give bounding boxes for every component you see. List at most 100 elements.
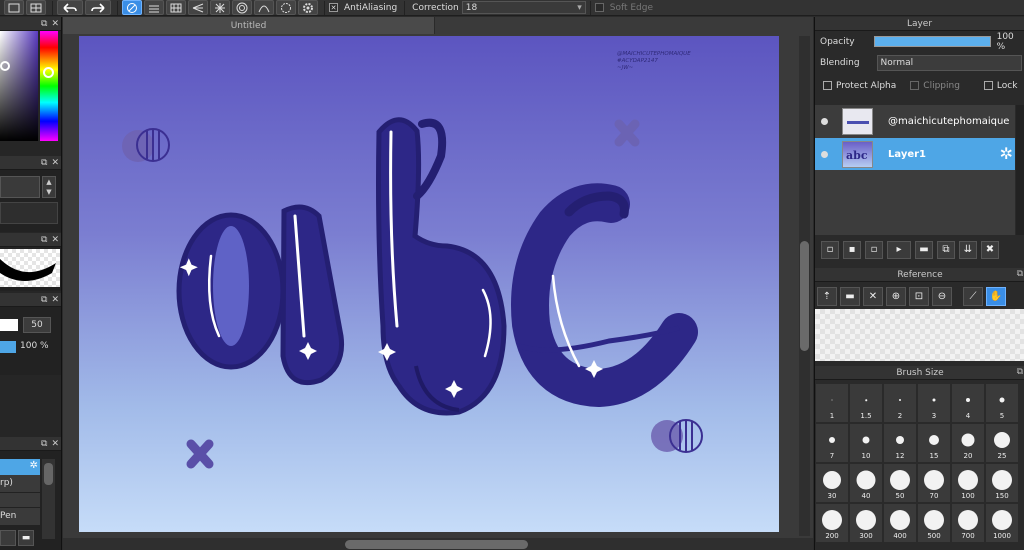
popout-icon[interactable]: ⧉ <box>1017 269 1023 279</box>
add-layer-menu-icon[interactable]: ▸ <box>887 240 911 259</box>
hue-strip[interactable] <box>40 31 58 141</box>
tool-list-item[interactable]: Pen <box>0 508 40 525</box>
undo-button[interactable] <box>57 0 83 15</box>
curve-snap-icon[interactable] <box>254 0 274 15</box>
close-icon[interactable]: ✕ <box>51 235 59 245</box>
layer-item[interactable]: @maichicutephomaique <box>815 105 1015 137</box>
zoom-out-icon[interactable]: ⊖ <box>932 286 952 306</box>
brush-size-cell[interactable]: 200 <box>815 503 849 543</box>
density-field[interactable]: 50 <box>23 317 51 333</box>
grid-view-icon[interactable] <box>26 0 46 15</box>
scrollbar-thumb[interactable] <box>345 540 528 549</box>
popout-icon[interactable]: ⧉ <box>1017 367 1023 377</box>
brush-size-cell[interactable]: 7 <box>815 423 849 463</box>
folder-icon[interactable]: ▬ <box>840 286 860 306</box>
brush-size-cell[interactable]: 1000 <box>985 503 1019 543</box>
gear-icon[interactable]: ✲ <box>1000 144 1013 163</box>
gear-icon[interactable]: ✲ <box>30 460 38 471</box>
tool-list-scrollbar[interactable] <box>42 459 55 539</box>
soft-edge-checkbox[interactable] <box>594 3 604 12</box>
folder-icon[interactable]: ▬ <box>915 240 933 259</box>
brush-size-cell[interactable]: 1 <box>815 383 849 423</box>
parallel-snap-icon[interactable] <box>144 0 164 15</box>
popout-icon[interactable]: ⧉ <box>41 439 47 449</box>
popout-icon[interactable]: ⧉ <box>41 295 47 305</box>
scrollbar-thumb[interactable] <box>800 241 809 351</box>
eyedropper-icon[interactable]: ⟋ <box>963 286 983 306</box>
brush-size-cell[interactable]: 12 <box>883 423 917 463</box>
new-halftone-layer-icon[interactable]: ▪ <box>843 240 861 259</box>
brush-size-cell[interactable]: 25 <box>985 423 1019 463</box>
opacity-slider[interactable] <box>873 36 991 47</box>
brush-size-cell[interactable]: 40 <box>849 463 883 503</box>
brush-size-cell[interactable]: 20 <box>951 423 985 463</box>
brush-size-cell[interactable]: 300 <box>849 503 883 543</box>
eye-icon[interactable] <box>821 150 828 158</box>
brush-size-cell[interactable]: 500 <box>917 503 951 543</box>
brush-value-field[interactable] <box>0 176 40 198</box>
tool-list-item[interactable]: rp) <box>0 475 40 492</box>
radial-snap-icon[interactable] <box>210 0 230 15</box>
popout-icon[interactable]: ⧉ <box>41 19 47 29</box>
tool-list-item[interactable] <box>0 493 40 507</box>
brush-size-cell[interactable]: 10 <box>849 423 883 463</box>
ellipse-snap-icon[interactable] <box>276 0 296 15</box>
eye-icon[interactable] <box>821 117 828 125</box>
canvas-horizontal-scrollbar[interactable] <box>63 538 813 550</box>
zoom-in-icon[interactable]: ⊕ <box>886 286 906 306</box>
merge-layer-icon[interactable]: ⇊ <box>959 240 977 259</box>
trash-icon[interactable]: ✖ <box>981 240 999 259</box>
clipping-checkbox[interactable] <box>910 81 920 90</box>
saturation-square[interactable] <box>0 31 38 141</box>
protect-alpha-checkbox[interactable] <box>823 81 832 90</box>
brush-size-cell[interactable]: 3 <box>917 383 951 423</box>
brush-size-cell[interactable]: 30 <box>815 463 849 503</box>
brush-value-stepper[interactable]: ▲ ▼ <box>42 176 56 198</box>
document-tab[interactable]: Untitled <box>63 17 435 34</box>
gear-icon[interactable] <box>298 0 318 15</box>
brush-size-cell[interactable]: 15 <box>917 423 951 463</box>
canvas-vertical-scrollbar[interactable] <box>799 36 810 536</box>
opacity-swatch[interactable] <box>0 341 16 353</box>
upload-icon[interactable]: ⇡ <box>817 286 837 306</box>
hue-cursor[interactable] <box>43 67 54 78</box>
brush-size-cell[interactable]: 1.5 <box>849 383 883 423</box>
popout-icon[interactable]: ⧉ <box>41 235 47 245</box>
brush-size-cell[interactable]: 70 <box>917 463 951 503</box>
blending-select[interactable]: Normal <box>876 54 1022 71</box>
saturation-cursor[interactable] <box>0 61 10 71</box>
brush-size-cell[interactable]: 4 <box>951 383 985 423</box>
brush-size-cell[interactable]: 700 <box>951 503 985 543</box>
antialiasing-checkbox[interactable]: ✕ <box>329 3 338 12</box>
layers-icon[interactable] <box>4 0 24 15</box>
close-icon[interactable]: ✕ <box>51 158 59 168</box>
new-layer-icon[interactable]: ▫ <box>821 240 839 259</box>
brush-size-cell[interactable]: 5 <box>985 383 1019 423</box>
concentric-snap-icon[interactable] <box>232 0 252 15</box>
brush-size-cell[interactable]: 100 <box>951 463 985 503</box>
brush-size-cell[interactable]: 150 <box>985 463 1019 503</box>
close-icon[interactable]: ✕ <box>863 286 883 306</box>
brush-extra-field[interactable] <box>0 202 58 224</box>
lock-checkbox[interactable] <box>983 81 993 90</box>
tool-list-item-selected[interactable]: ✲ <box>0 459 40 475</box>
new-8bit-layer-icon[interactable]: ▫ <box>865 240 883 259</box>
correction-select[interactable]: 18 ▾ <box>461 1 586 14</box>
brush-color-swatch[interactable] <box>0 319 18 331</box>
hand-icon[interactable]: ✋ <box>986 286 1006 306</box>
fit-icon[interactable]: ⊡ <box>909 286 929 306</box>
close-icon[interactable]: ✕ <box>51 19 59 29</box>
duplicate-layer-icon[interactable]: ⧉ <box>937 240 955 259</box>
new-tool-button[interactable] <box>0 530 16 546</box>
close-icon[interactable]: ✕ <box>51 295 59 305</box>
folder-icon[interactable]: ▬ <box>18 530 34 546</box>
brush-size-cell[interactable]: 2 <box>883 383 917 423</box>
popout-icon[interactable]: ⧉ <box>41 158 47 168</box>
redo-button[interactable] <box>85 0 111 15</box>
brush-size-cell[interactable]: 400 <box>883 503 917 543</box>
grid-snap-icon[interactable] <box>166 0 186 15</box>
close-icon[interactable]: ✕ <box>51 439 59 449</box>
brush-size-cell[interactable]: 50 <box>883 463 917 503</box>
reference-view[interactable] <box>815 309 1024 361</box>
perspective-snap-icon[interactable] <box>188 0 208 15</box>
